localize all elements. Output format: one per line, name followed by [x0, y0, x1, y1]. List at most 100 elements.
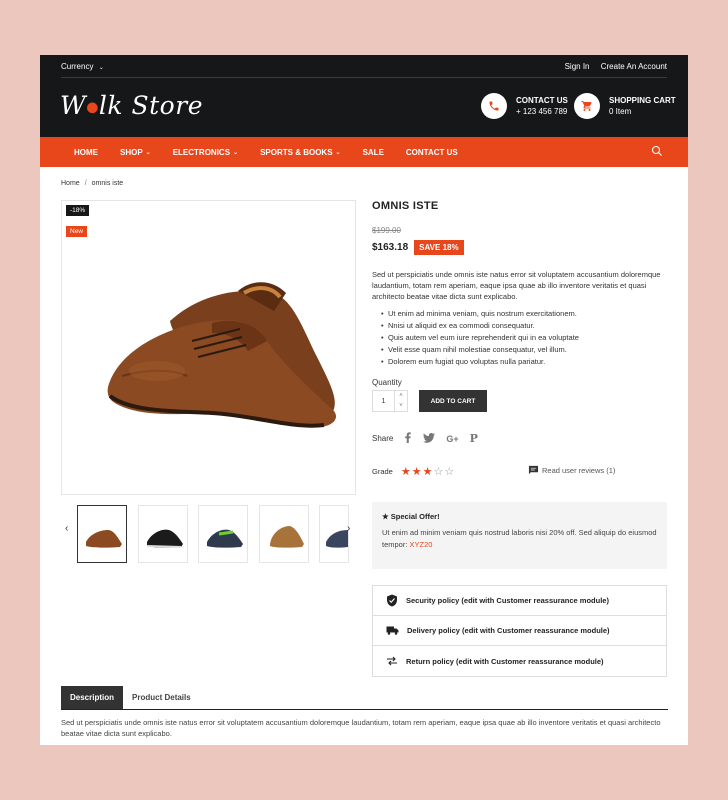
- logo-letter: W: [60, 91, 87, 120]
- add-to-cart-button[interactable]: ADD TO CART: [419, 390, 487, 412]
- chevron-right-icon[interactable]: ›: [347, 523, 350, 534]
- list-item: Velit esse quam nihil molestiae consequa…: [381, 344, 668, 356]
- return-policy[interactable]: Return policy (edit with Customer reassu…: [373, 646, 666, 676]
- product-title: OMNIS ISTE: [372, 200, 439, 212]
- share-row: Share G+ P: [372, 432, 668, 445]
- rating-row: Grade ★★★☆☆ Read user reviews (1): [372, 465, 668, 479]
- offer-text: Ut enim ad minim veniam quis nostrud lab…: [382, 527, 657, 551]
- contact-phone: + 123 456 789: [516, 107, 568, 116]
- chevron-down-icon: ⌄: [98, 64, 104, 71]
- nav-item-contact[interactable]: CONTACT US: [406, 148, 458, 157]
- share-label: Share: [372, 434, 394, 443]
- twitter-icon[interactable]: [423, 432, 436, 445]
- sign-in-link[interactable]: Sign In: [565, 62, 590, 71]
- current-price: $163.18: [372, 242, 409, 253]
- thumbnail-2[interactable]: [138, 505, 188, 563]
- nav-item-shop[interactable]: SHOP ⌄: [120, 148, 151, 157]
- chevron-down-icon[interactable]: ˅: [395, 401, 407, 411]
- delivery-policy[interactable]: Delivery policy (edit with Customer reas…: [373, 616, 666, 646]
- breadcrumb-home[interactable]: Home: [61, 180, 80, 187]
- create-account-link[interactable]: Create An Account: [601, 62, 667, 71]
- google-plus-icon[interactable]: G+: [446, 434, 458, 444]
- thumbnail-3[interactable]: [198, 505, 248, 563]
- security-policy[interactable]: Security policy (edit with Customer reas…: [373, 586, 666, 616]
- nav-item-sports-books[interactable]: SPORTS & BOOKS ⌄: [260, 148, 340, 157]
- shoe-logo-icon: ●: [86, 99, 99, 116]
- quantity-label: Quantity: [372, 378, 402, 387]
- list-item: Nnisi ut aliquid ex ea commodi consequat…: [381, 320, 668, 332]
- breadcrumb: Home / omnis iste: [61, 180, 124, 187]
- policy-label: Security policy (edit with Customer reas…: [406, 596, 609, 605]
- thumbnail-1[interactable]: [77, 505, 127, 563]
- main-nav: HOME SHOP ⌄ ELECTRONICS ⌄ SPORTS & BOOKS ⌄ …: [40, 137, 688, 167]
- save-badge: SAVE 18%: [414, 240, 464, 255]
- reassurance-list: Security policy (edit with Customer reas…: [372, 585, 667, 677]
- facebook-icon[interactable]: [404, 432, 412, 445]
- list-item: Quis autem vel eum iure reprehenderit qu…: [381, 332, 668, 344]
- tab-description[interactable]: Description: [61, 686, 124, 709]
- currency-label: Currency: [61, 61, 94, 71]
- discount-badge: -18%: [66, 205, 90, 216]
- read-reviews-link[interactable]: Read user reviews (1): [528, 465, 615, 475]
- list-item: Dolorem eum fugiat quo voluptas nulla pa…: [381, 356, 668, 368]
- offer-title: ★ Special Offer!: [382, 512, 440, 521]
- tab-content: Sed ut perspiciatis unde omnis iste natu…: [61, 718, 661, 738]
- quantity-input[interactable]: 1: [373, 391, 395, 411]
- logo-text: lk Store: [98, 91, 203, 120]
- cart-count: 0 Item: [609, 107, 632, 116]
- policy-label: Return policy (edit with Customer reassu…: [406, 656, 604, 666]
- quantity-stepper[interactable]: 1 ˄ ˅: [372, 390, 408, 412]
- star-rating[interactable]: ★★★☆☆: [401, 465, 455, 478]
- tab-product-details[interactable]: Product Details: [123, 686, 200, 709]
- site-header: Currency ⌄ Sign In Create An Account W●l…: [40, 55, 688, 137]
- product-tabs: Description Product Details: [61, 686, 668, 710]
- chevron-down-icon: ⌄: [233, 149, 239, 156]
- shield-icon: [387, 594, 397, 607]
- breadcrumb-current: omnis iste: [91, 180, 124, 187]
- old-price: $199.00: [372, 226, 401, 235]
- product-main-image[interactable]: -18% New: [61, 200, 356, 495]
- store-page: Currency ⌄ Sign In Create An Account W●l…: [40, 55, 688, 745]
- nav-label: SHOP: [120, 147, 143, 157]
- chevron-down-icon: ⌄: [145, 149, 151, 156]
- list-item: Ut enim ad minima veniam, quis nostrum e…: [381, 308, 668, 320]
- nav-label: SALE: [362, 147, 384, 157]
- reviews-label: Read user reviews (1): [542, 465, 616, 475]
- thumbnail-4[interactable]: [259, 505, 309, 563]
- nav-item-electronics[interactable]: ELECTRONICS ⌄: [173, 148, 238, 157]
- currency-selector[interactable]: Currency ⌄: [61, 62, 104, 71]
- grade-label: Grade: [372, 467, 393, 476]
- shoe-image: [107, 282, 337, 428]
- truck-icon: [386, 626, 399, 635]
- phone-icon: [481, 93, 507, 119]
- pinterest-icon[interactable]: P: [470, 432, 478, 445]
- special-offer-box: ★ Special Offer! Ut enim ad minim veniam…: [372, 502, 667, 569]
- nav-item-sale[interactable]: SALE: [363, 148, 384, 157]
- cart-block[interactable]: SHOPPING CART 0 Item: [574, 93, 676, 119]
- cart-title: SHOPPING CART: [609, 96, 676, 105]
- top-bar: Currency ⌄ Sign In Create An Account: [61, 55, 667, 78]
- nav-label: SPORTS & BOOKS: [260, 147, 333, 157]
- contact-title: CONTACT US: [516, 96, 568, 105]
- chevron-up-icon[interactable]: ˄: [395, 391, 407, 401]
- feature-list: Ut enim ad minima veniam, quis nostrum e…: [372, 308, 668, 368]
- site-logo[interactable]: W●lk Store: [60, 91, 203, 120]
- nav-label: ELECTRONICS: [172, 147, 231, 157]
- coupon-code: XYZ20: [409, 540, 433, 549]
- chevron-left-icon[interactable]: ‹: [65, 523, 68, 534]
- product-info: OMNIS ISTE $199.00 $163.18 SAVE 18% Sed …: [372, 200, 668, 478]
- thumbnail-5[interactable]: [319, 505, 349, 563]
- comment-icon: [528, 465, 539, 475]
- nav-item-home[interactable]: HOME: [74, 148, 98, 157]
- swap-arrows-icon: [387, 656, 397, 666]
- product-description: Sed ut perspiciatis unde omnis iste natu…: [372, 270, 661, 301]
- new-badge: New: [66, 226, 88, 237]
- nav-label: HOME: [74, 147, 98, 157]
- policy-label: Delivery policy (edit with Customer reas…: [407, 626, 610, 635]
- contact-block[interactable]: CONTACT US + 123 456 789: [481, 93, 568, 119]
- cart-icon: [574, 93, 600, 119]
- chevron-down-icon: ⌄: [335, 149, 341, 156]
- nav-label: CONTACT US: [405, 147, 458, 157]
- search-icon[interactable]: [651, 145, 663, 159]
- thumbnail-carousel: ‹ ›: [61, 505, 356, 565]
